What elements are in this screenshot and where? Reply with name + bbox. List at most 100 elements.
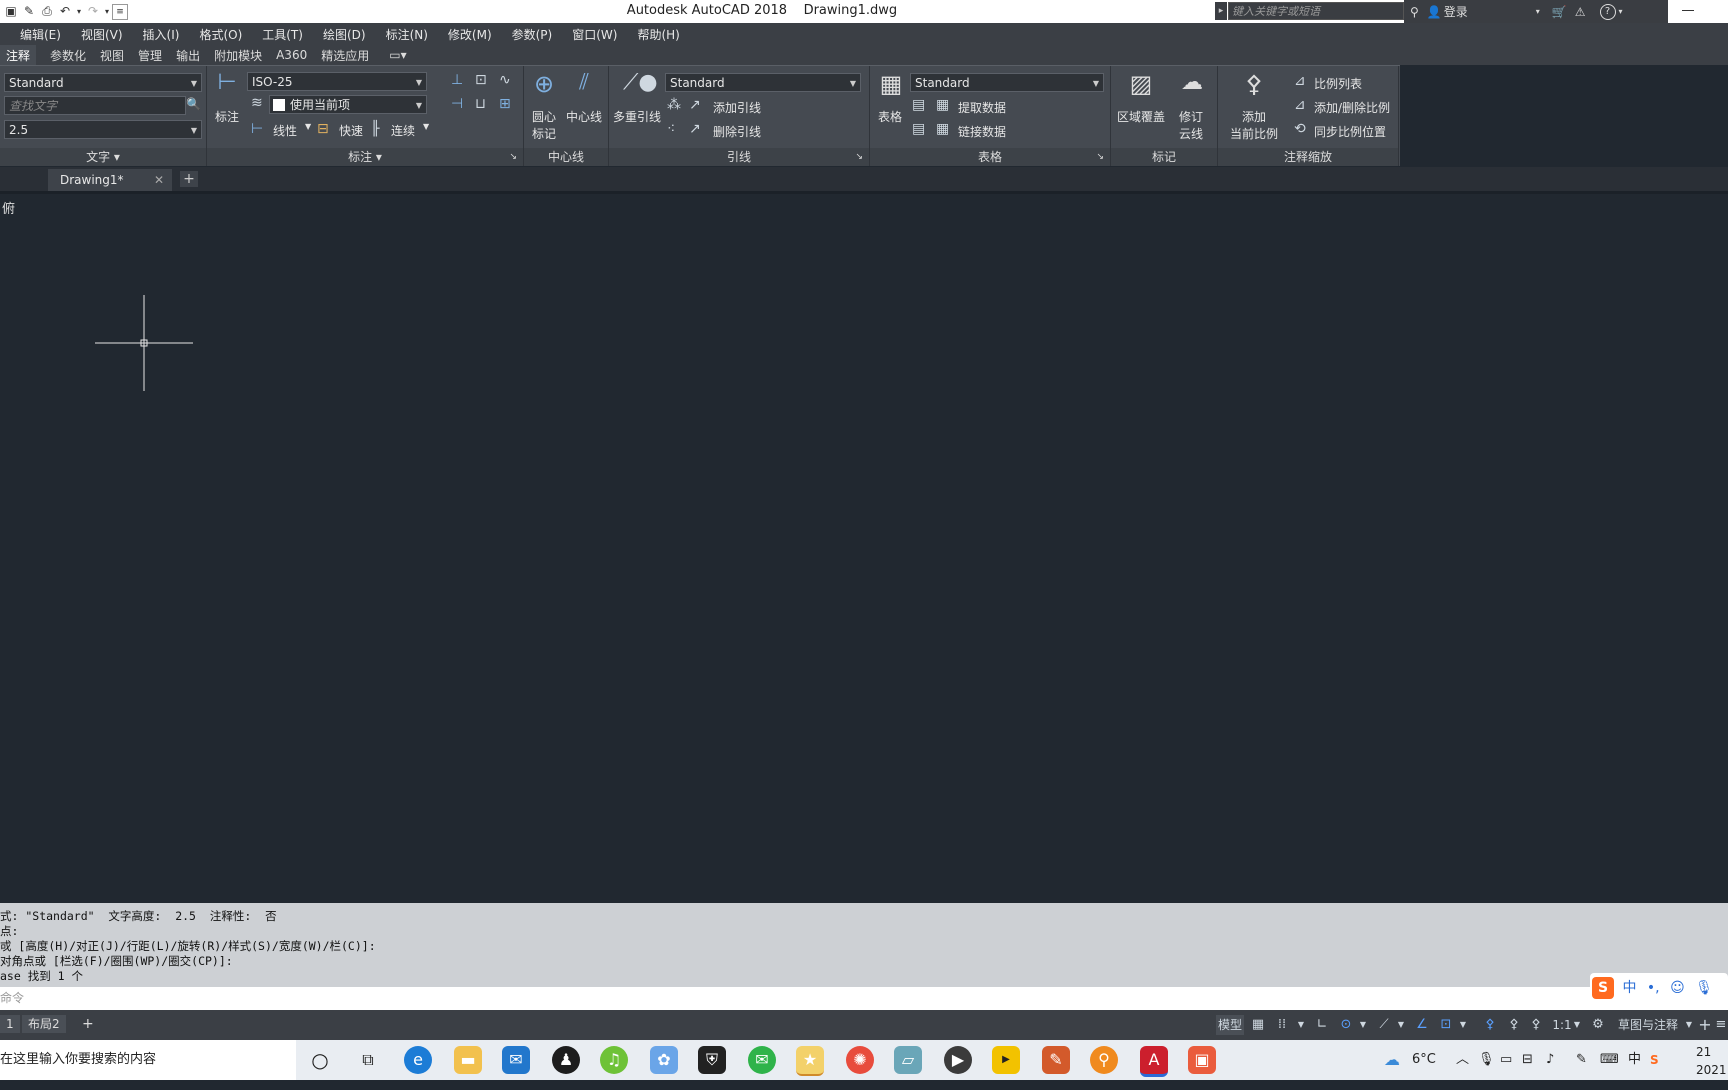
edge-icon[interactable]: e xyxy=(404,1046,432,1074)
network-icon[interactable]: ⚠ xyxy=(1575,5,1586,19)
menu-dimension[interactable]: 标注(N) xyxy=(386,26,428,43)
menu-format[interactable]: 格式(O) xyxy=(199,26,242,43)
cloud-drive-icon[interactable]: ✿ xyxy=(650,1046,678,1074)
scale-list-button[interactable]: 比例列表 xyxy=(1314,75,1362,92)
polar-dropdown-icon[interactable]: ▼ xyxy=(1358,1015,1368,1035)
scale-dropdown-icon[interactable]: ▼ xyxy=(1572,1015,1582,1035)
cortana-icon[interactable]: ○ xyxy=(306,1046,334,1074)
linear-dropdown-icon[interactable]: ▼ xyxy=(305,122,311,131)
pen-icon[interactable]: ✎ xyxy=(1576,1040,1587,1080)
add-current-scale-button-line2[interactable]: 当前比例 xyxy=(1230,125,1278,142)
panel-launcher-icon[interactable]: ↘ xyxy=(1096,148,1104,166)
table-style-select[interactable]: Standard ▼ xyxy=(910,73,1104,92)
mail-icon[interactable]: ✉ xyxy=(502,1046,530,1074)
remove-leader-button[interactable]: 删除引线 xyxy=(713,123,761,140)
minimize-icon[interactable] xyxy=(1682,10,1694,11)
revcloud-button-line2[interactable]: 云线 xyxy=(1179,125,1203,142)
menu-window[interactable]: 窗口(W) xyxy=(572,26,617,43)
browser-icon[interactable]: ✺ xyxy=(846,1046,874,1074)
presentation-icon[interactable]: ▣ xyxy=(1188,1046,1216,1074)
revcloud-icon[interactable]: ☁ xyxy=(1175,70,1209,100)
battery-icon[interactable]: ▭ xyxy=(1500,1040,1512,1080)
ime-toolbar[interactable]: S 中 •, ☺ 🎙 xyxy=(1590,973,1728,1003)
file-explorer-icon[interactable]: ▬ xyxy=(454,1046,482,1074)
volume-icon[interactable]: ♪ xyxy=(1546,1040,1554,1080)
ime-emoji-icon[interactable]: ☺ xyxy=(1670,980,1685,996)
drawing-canvas[interactable] xyxy=(0,194,1728,903)
search-app-icon[interactable]: ⚲ xyxy=(1090,1046,1118,1074)
leader-panel-title[interactable]: 引线 ↘ xyxy=(609,148,869,166)
workspace-switch[interactable]: 草图与注释 xyxy=(1612,1015,1684,1035)
help-dropdown-icon[interactable]: ▾ xyxy=(1619,7,1623,16)
weather-icon[interactable]: ☁ xyxy=(1384,1040,1400,1080)
notes-icon[interactable]: ▱ xyxy=(894,1046,922,1074)
download-icon[interactable]: ▤ xyxy=(912,121,925,137)
dimension-icon[interactable]: ⊢ xyxy=(213,70,241,100)
close-icon[interactable]: ✕ xyxy=(154,169,164,191)
dimension-button[interactable]: 标注 xyxy=(215,108,239,125)
multileader-button[interactable]: 多重引线 xyxy=(613,108,661,125)
temperature[interactable]: 6°C xyxy=(1412,1040,1436,1080)
menu-insert[interactable]: 插入(I) xyxy=(143,26,180,43)
workspace-dropdown-icon[interactable]: ▼ xyxy=(1684,1015,1694,1035)
viewport-label[interactable]: 俯 xyxy=(2,198,15,217)
gear-icon[interactable]: ⚙ xyxy=(1588,1015,1608,1035)
search-input[interactable]: 键入关键字或短语 xyxy=(1228,2,1404,20)
table-button[interactable]: 表格 xyxy=(878,108,902,125)
customize-icon[interactable]: ≡ xyxy=(1714,1015,1728,1035)
panel-launcher-icon[interactable]: ↘ xyxy=(509,148,517,166)
snap-icon[interactable]: ⁞⁞ xyxy=(1270,1015,1294,1035)
add-current-scale-button[interactable]: 添加 xyxy=(1242,108,1266,125)
tray-expand-icon[interactable]: ︿ xyxy=(1456,1040,1469,1080)
wipeout-button[interactable]: 区域覆盖 xyxy=(1117,108,1165,125)
linear-button[interactable]: 线性 xyxy=(273,122,297,139)
center-mark-button-line2[interactable]: 标记 xyxy=(532,125,556,142)
dim-update-icon[interactable]: ⊞ xyxy=(499,96,511,112)
ortho-icon[interactable]: ∟ xyxy=(1312,1015,1332,1035)
tab-view[interactable]: 视图 xyxy=(100,47,124,64)
user-icon[interactable]: 👤 xyxy=(1427,5,1442,19)
menu-help[interactable]: 帮助(H) xyxy=(637,26,679,43)
taskbar-search-input[interactable]: 在这里输入你要搜索的内容 xyxy=(0,1040,296,1080)
extract-data-button[interactable]: 提取数据 xyxy=(958,99,1006,116)
table-icon[interactable]: ▦ xyxy=(876,70,906,100)
text-height-select[interactable]: 2.5 ▼ xyxy=(4,120,202,139)
microphone-icon[interactable]: 🎙 xyxy=(1478,1040,1495,1080)
ime-mode-label[interactable]: 中 xyxy=(1622,980,1636,996)
wechat-icon[interactable]: ✉ xyxy=(748,1046,776,1074)
add-leader-button[interactable]: 添加引线 xyxy=(713,99,761,116)
dimension-panel-title[interactable]: 标注 ▾ ↘ xyxy=(207,148,523,166)
continue-button[interactable]: 连续 xyxy=(391,122,415,139)
continue-dropdown-icon[interactable]: ▼ xyxy=(423,122,429,131)
music-icon[interactable]: ♫ xyxy=(600,1046,628,1074)
multileader-icon[interactable]: ⟋● xyxy=(623,70,658,100)
input-lang-icon[interactable]: 中 xyxy=(1628,1040,1641,1080)
menu-modify[interactable]: 修改(M) xyxy=(448,26,492,43)
login-button[interactable]: 登录 xyxy=(1444,3,1468,20)
centerline-button[interactable]: 中心线 xyxy=(566,108,602,125)
add-layout-icon[interactable]: + xyxy=(76,1015,100,1033)
collect-leaders-icon[interactable]: ⁖ xyxy=(667,121,675,137)
tab-output[interactable]: 输出 xyxy=(176,47,200,64)
revcloud-button[interactable]: 修订 xyxy=(1179,108,1203,125)
annotation-scale-value[interactable]: 1:1 xyxy=(1550,1015,1574,1035)
new-tab-button[interactable]: + xyxy=(180,171,198,187)
tab-a360[interactable]: A360 xyxy=(276,48,307,62)
center-mark-button[interactable]: 圆心 xyxy=(532,108,556,125)
menu-tools[interactable]: 工具(T) xyxy=(262,26,303,43)
dim-jog-icon[interactable]: ∿ xyxy=(499,72,511,88)
menu-view[interactable]: 视图(V) xyxy=(81,26,123,43)
polar-icon[interactable]: ⊙ xyxy=(1336,1015,1356,1035)
text-style-select[interactable]: Standard ▼ xyxy=(4,73,202,92)
favorite-app-icon[interactable]: ★ xyxy=(796,1046,824,1076)
object-snap-icon[interactable]: ⊡ xyxy=(1436,1015,1456,1035)
snap-dropdown-icon[interactable]: ▼ xyxy=(1296,1015,1306,1035)
tab-annotate[interactable]: 注释 xyxy=(0,44,37,66)
tab-addins[interactable]: 附加模块 xyxy=(214,47,262,64)
leader-style-select[interactable]: Standard ▼ xyxy=(665,73,861,92)
menu-draw[interactable]: 绘图(D) xyxy=(323,26,366,43)
login-dropdown-icon[interactable]: ▾ xyxy=(1536,7,1540,16)
search-expand-icon[interactable]: ▸ xyxy=(1215,2,1227,20)
find-text-input[interactable]: 查找文字 xyxy=(4,96,186,115)
isodraft-icon[interactable]: ⟋ xyxy=(1374,1015,1394,1035)
